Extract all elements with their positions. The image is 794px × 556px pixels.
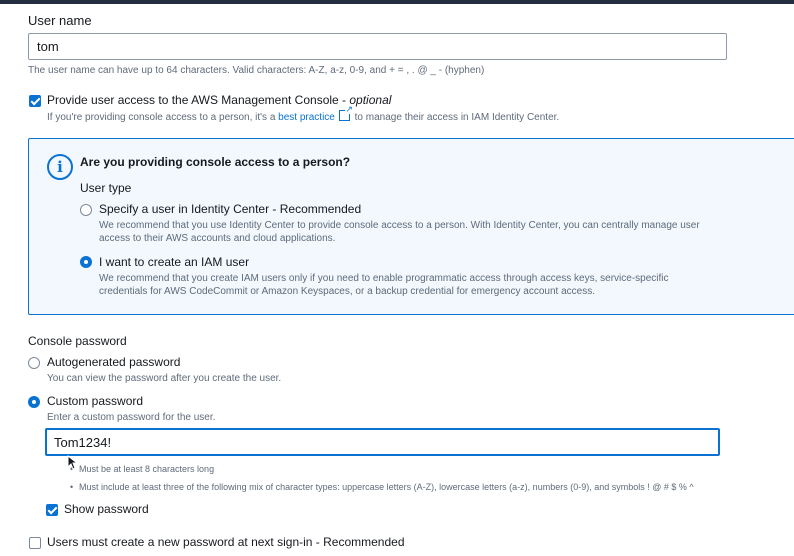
autogenerated-password-desc: You can view the password after you crea… — [47, 373, 282, 384]
radio-autogenerated-password[interactable] — [28, 357, 40, 369]
username-input-value: tom — [37, 39, 59, 54]
console-access-label[interactable]: Provide user access to the AWS Managemen… — [47, 93, 391, 107]
option-identity-center-desc-1: We recommend that you use Identity Cente… — [99, 220, 700, 231]
console-access-label-text: Provide user access to the AWS Managemen… — [47, 93, 350, 107]
user-type-label: User type — [80, 181, 132, 195]
console-access-desc-after: to manage their access in IAM Identity C… — [351, 112, 560, 123]
username-hint: The user name can have up to 64 characte… — [28, 65, 485, 76]
mouse-cursor-icon — [67, 455, 79, 470]
show-password-label[interactable]: Show password — [64, 502, 149, 516]
option-iam-user-label[interactable]: I want to create an IAM user — [99, 255, 249, 269]
reset-password-label[interactable]: Users must create a new password at next… — [47, 535, 405, 549]
optional-tag: optional — [349, 93, 392, 107]
password-input-value: Tom1234! — [54, 434, 112, 450]
console-access-desc-before: If you're providing console access to a … — [47, 112, 279, 123]
console-access-checkbox[interactable] — [29, 95, 41, 107]
reset-password-checkbox[interactable] — [29, 537, 41, 549]
custom-password-label[interactable]: Custom password — [47, 394, 143, 408]
console-password-label: Console password — [28, 334, 127, 348]
show-password-checkbox[interactable] — [46, 504, 58, 516]
username-input[interactable]: tom — [28, 33, 727, 60]
radio-iam-user[interactable] — [80, 256, 92, 268]
radio-custom-password[interactable] — [28, 396, 40, 408]
option-iam-user-desc-2: credentials for AWS CodeCommit or Amazon… — [99, 286, 595, 297]
username-label: User name — [28, 13, 92, 28]
password-input[interactable]: Tom1234! — [45, 428, 720, 456]
custom-password-desc: Enter a custom password for the user. — [47, 412, 216, 423]
option-iam-user-desc-1: We recommend that you create IAM users o… — [99, 273, 669, 284]
top-bar — [0, 0, 794, 4]
external-link-icon[interactable] — [338, 105, 353, 121]
info-question: Are you providing console access to a pe… — [80, 155, 351, 169]
requirement-bullet: • — [70, 482, 74, 492]
option-identity-center-label[interactable]: Specify a user in Identity Center - Reco… — [99, 202, 361, 216]
console-access-desc: If you're providing console access to a … — [47, 105, 560, 123]
autogenerated-password-label[interactable]: Autogenerated password — [47, 355, 180, 369]
info-icon: i — [47, 154, 73, 180]
requirement-length: Must be at least 8 characters long — [79, 464, 215, 474]
option-identity-center-desc-2: access to their AWS accounts and cloud a… — [99, 233, 336, 244]
best-practice-link[interactable]: best practice — [278, 112, 335, 123]
requirement-mix: Must include at least three of the follo… — [79, 482, 694, 492]
radio-identity-center[interactable] — [80, 204, 92, 216]
